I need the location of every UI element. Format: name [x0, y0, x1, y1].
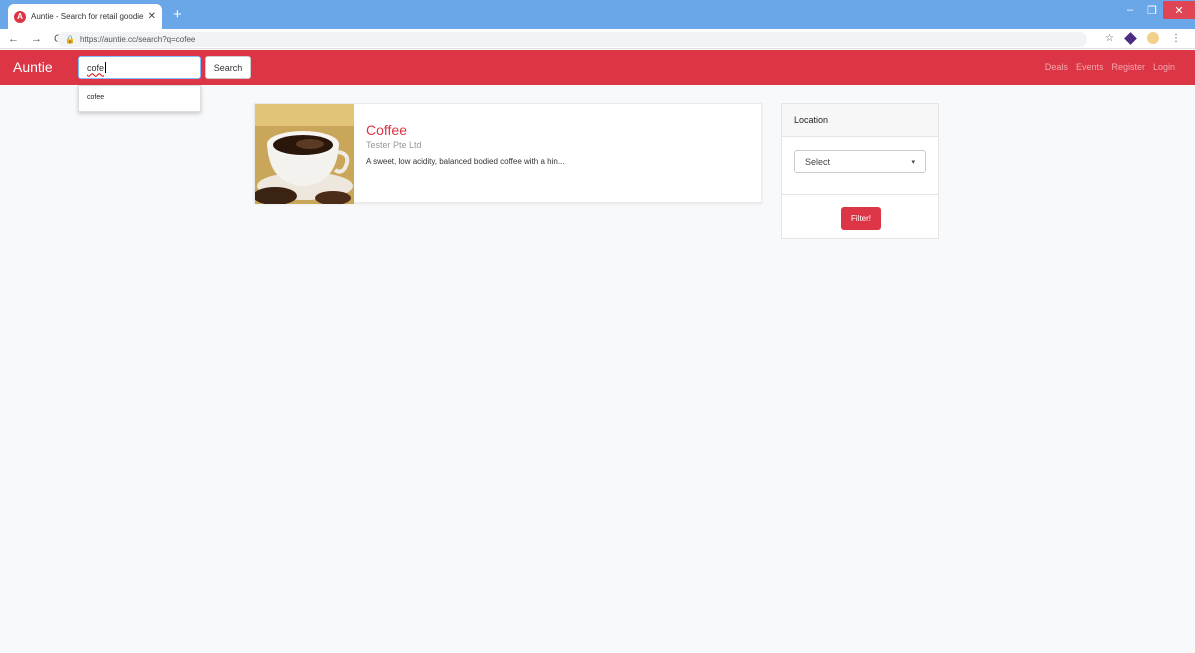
- back-icon[interactable]: ←: [8, 33, 19, 45]
- search-input[interactable]: cofe: [78, 56, 201, 79]
- chevron-down-icon: ▾: [911, 158, 915, 166]
- text-caret: [105, 62, 107, 73]
- browser-tab[interactable]: A Auntie - Search for retail goodies ✕: [8, 4, 162, 29]
- coffee-image[interactable]: [255, 104, 354, 204]
- browser-tabstrip: A Auntie - Search for retail goodies ✕ +…: [0, 0, 1195, 29]
- nav-link-events[interactable]: Events: [1076, 62, 1104, 72]
- new-tab-icon[interactable]: +: [173, 6, 182, 23]
- autocomplete-suggestion[interactable]: cofee: [78, 85, 201, 112]
- url-text: https://auntie.cc/search?q=cofee: [79, 35, 196, 44]
- nav-links: Deals Events Register Login: [1045, 62, 1175, 72]
- search-button[interactable]: Search: [205, 56, 251, 79]
- restore-icon[interactable]: ❐: [1141, 1, 1163, 19]
- filter-button[interactable]: Filter!: [841, 207, 881, 230]
- coffee-cup-illustration: [255, 104, 354, 204]
- minimize-icon[interactable]: –: [1119, 1, 1141, 19]
- tab-title: Auntie - Search for retail goodies: [31, 12, 144, 21]
- location-select-value: Select: [805, 156, 831, 167]
- profile-avatar-icon[interactable]: [1147, 32, 1159, 44]
- tab-close-icon[interactable]: ✕: [148, 11, 156, 22]
- browser-menu-icon[interactable]: ⋮: [1171, 33, 1181, 44]
- location-filter-panel: Location Select ▾ Filter!: [781, 103, 939, 239]
- result-title[interactable]: Coffee: [366, 122, 407, 138]
- result-description: A sweet, low acidity, balanced bodied co…: [366, 157, 565, 166]
- window-controls: – ❐ ✕: [1119, 0, 1195, 20]
- filter-divider: [782, 194, 938, 195]
- forward-icon[interactable]: →: [31, 33, 42, 45]
- result-card[interactable]: Coffee Tester Pte Ltd A sweet, low acidi…: [254, 103, 762, 204]
- search-input-value: cofe: [87, 62, 105, 73]
- window-close-icon[interactable]: ✕: [1163, 1, 1195, 19]
- lock-icon: 🔒: [65, 35, 75, 44]
- toolbar-actions: ☆ ⋮: [1105, 31, 1181, 45]
- address-bar[interactable]: 🔒 https://auntie.cc/search?q=cofee: [57, 32, 1087, 47]
- bookmark-star-icon[interactable]: ☆: [1105, 33, 1114, 44]
- extension-icon[interactable]: [1124, 31, 1137, 45]
- nav-link-register[interactable]: Register: [1111, 62, 1145, 72]
- nav-link-login[interactable]: Login: [1153, 62, 1175, 72]
- app-navbar: Auntie cofe Search Deals Events Register…: [0, 50, 1195, 85]
- nav-link-deals[interactable]: Deals: [1045, 62, 1068, 72]
- brand-logo[interactable]: Auntie: [13, 59, 53, 75]
- result-vendor: Tester Pte Ltd: [366, 140, 422, 150]
- filter-heading: Location: [782, 104, 938, 137]
- location-select[interactable]: Select ▾: [794, 150, 926, 173]
- browser-toolbar: ← → C 🔒 https://auntie.cc/search?q=cofee…: [0, 29, 1195, 49]
- favicon-icon: A: [14, 10, 26, 23]
